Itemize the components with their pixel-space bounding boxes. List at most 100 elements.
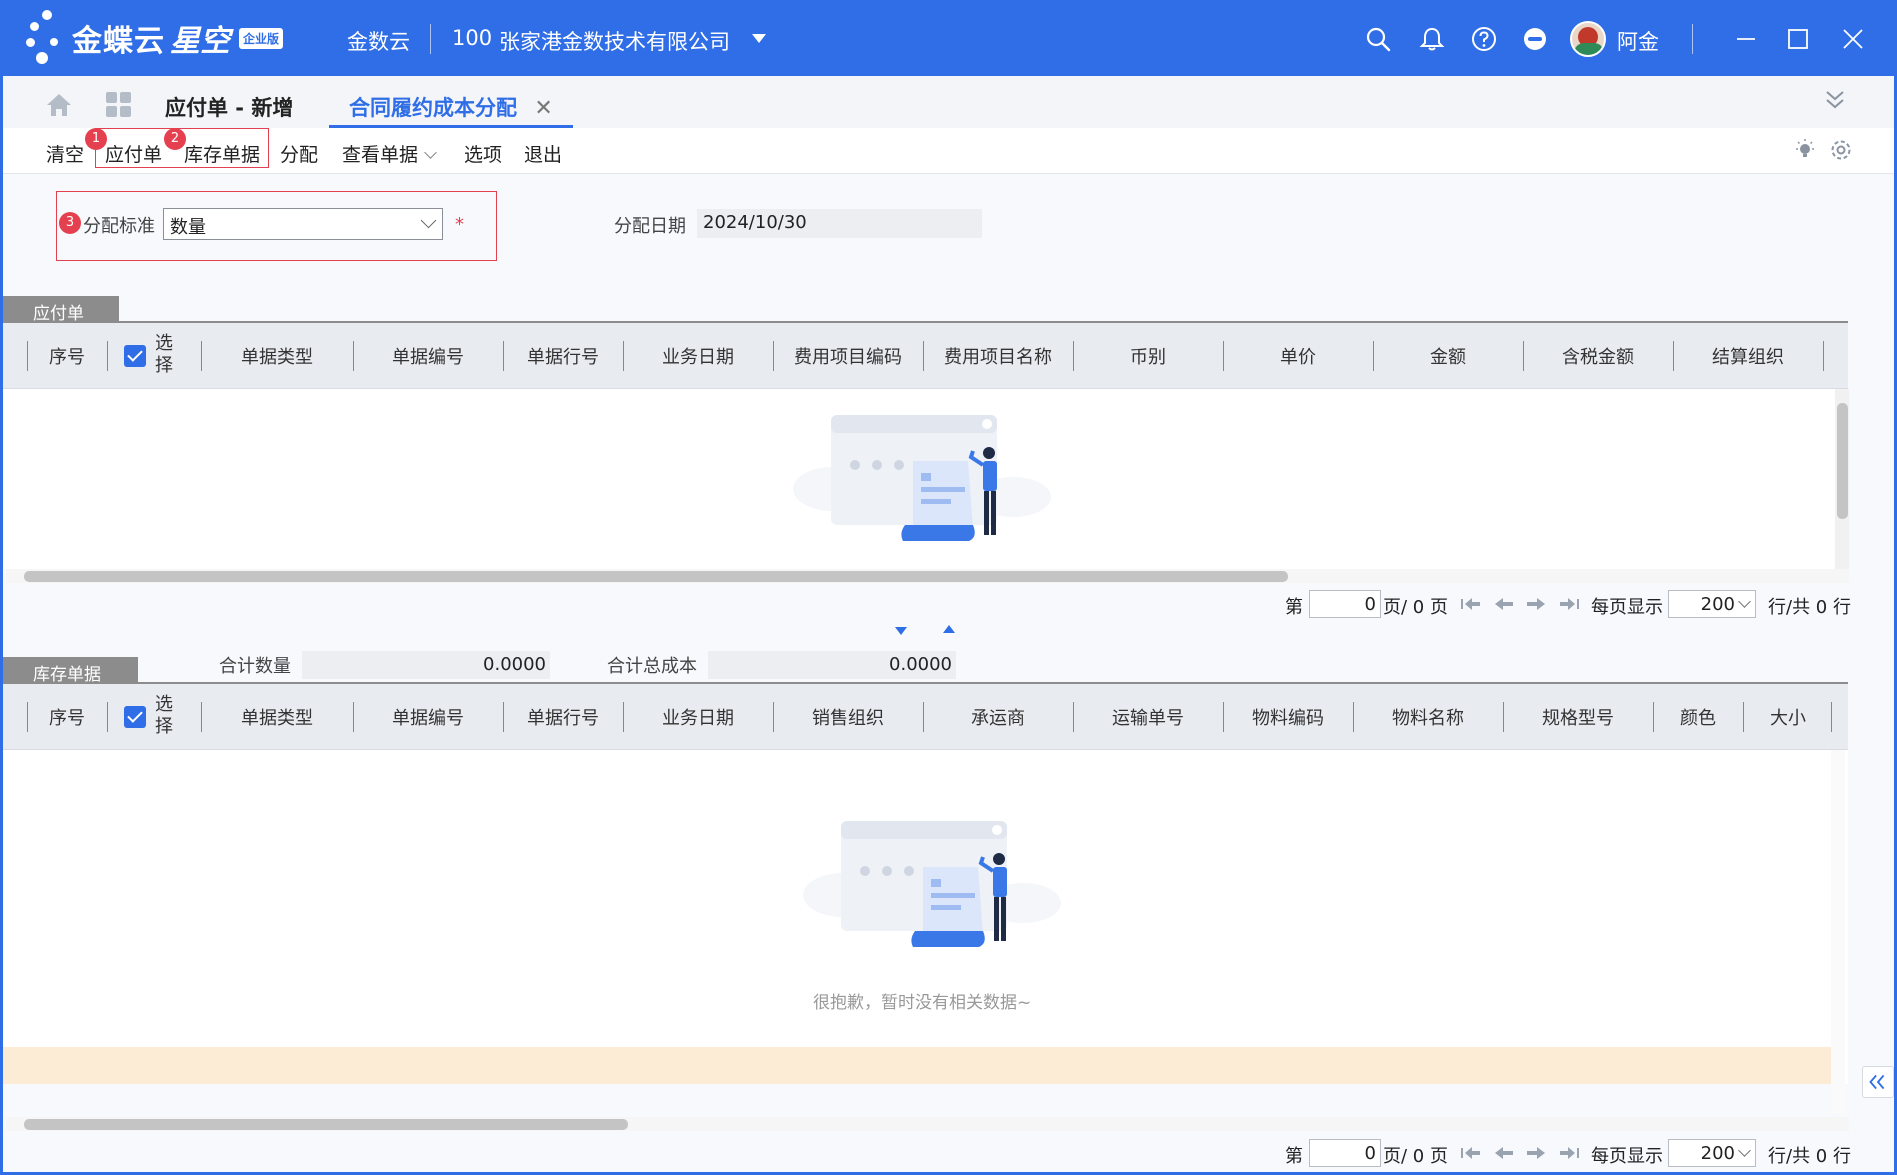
empty-illustration-icon bbox=[793, 415, 1051, 541]
inventory-doc-button[interactable]: 库存单据 bbox=[184, 140, 260, 167]
status-icon[interactable] bbox=[1522, 26, 1548, 52]
page-number-input[interactable]: 0 bbox=[1309, 590, 1381, 618]
col-header: 结算组织 bbox=[1712, 347, 1784, 368]
total-qty-label: 合计数量 bbox=[219, 656, 291, 677]
tab-cost-allocation[interactable]: 合同履约成本分配 ✕ bbox=[329, 76, 573, 128]
main-panel: 应付单 - 新增 合同履约成本分配 ✕ 清空 1 应付单 2 库存单据 分配 查… bbox=[3, 76, 1894, 1172]
pager-total-pages: 页/ 0 页 bbox=[1383, 1146, 1448, 1167]
pager-total-rows: 行/共 0 行 bbox=[1768, 597, 1851, 618]
double-chevron-down-icon[interactable] bbox=[1823, 88, 1847, 112]
alloc-date-field: 2024/10/30 bbox=[697, 209, 982, 238]
per-page-value: 200 bbox=[1700, 594, 1735, 615]
alloc-date-label: 分配日期 bbox=[614, 216, 686, 237]
col-header: 单价 bbox=[1280, 347, 1316, 368]
brand-product: 星空 bbox=[170, 24, 230, 59]
org-dropdown-icon[interactable] bbox=[752, 34, 766, 43]
first-page-icon[interactable] bbox=[1460, 596, 1482, 612]
vertical-scrollbar[interactable] bbox=[1835, 389, 1849, 569]
next-page-icon[interactable] bbox=[1525, 596, 1547, 612]
step-badge: 3 bbox=[59, 212, 81, 234]
page-number-input[interactable]: 0 bbox=[1309, 1139, 1381, 1167]
gear-icon[interactable] bbox=[1829, 138, 1853, 162]
col-header: 单据行号 bbox=[527, 347, 599, 368]
section-tab-payable: 应付单 bbox=[3, 296, 119, 324]
cloud-switcher[interactable]: 金数云 bbox=[347, 26, 410, 56]
first-page-icon[interactable] bbox=[1460, 1145, 1482, 1161]
collapse-up-icon[interactable] bbox=[943, 625, 955, 633]
prev-page-icon[interactable] bbox=[1493, 1145, 1515, 1161]
exit-button[interactable]: 退出 bbox=[524, 140, 562, 167]
chevron-down-icon bbox=[424, 146, 437, 159]
col-header: 序号 bbox=[49, 347, 85, 368]
pager-prefix: 第 bbox=[1285, 597, 1303, 618]
col-header: 单据编号 bbox=[392, 347, 464, 368]
col-header: 物料编码 bbox=[1252, 708, 1324, 729]
help-icon[interactable] bbox=[1471, 26, 1497, 52]
payable-grid-header: 序号 选择 单据类型 单据编号 单据行号 业务日期 费用项目编码 费用项目名称 … bbox=[3, 323, 1848, 389]
col-header: 单据类型 bbox=[241, 708, 313, 729]
brand-name: 金蝶云 bbox=[72, 24, 165, 59]
col-header-select: 选择 bbox=[155, 694, 173, 737]
title-bar: 金蝶云 星空 企业版 金数云 100 张家港金数技术有限公司 阿金 bbox=[0, 0, 1897, 76]
col-header: 颜色 bbox=[1680, 708, 1716, 729]
user-name[interactable]: 阿金 bbox=[1617, 26, 1659, 56]
org-code[interactable]: 100 bbox=[452, 26, 492, 50]
search-icon[interactable] bbox=[1365, 26, 1391, 52]
prev-page-icon[interactable] bbox=[1493, 596, 1515, 612]
col-header: 单据类型 bbox=[241, 347, 313, 368]
last-page-icon[interactable] bbox=[1558, 596, 1580, 612]
home-icon[interactable] bbox=[45, 92, 73, 118]
col-header: 序号 bbox=[49, 708, 85, 729]
select-all-checkbox[interactable] bbox=[124, 345, 146, 367]
col-header: 业务日期 bbox=[662, 347, 734, 368]
next-page-icon[interactable] bbox=[1525, 1145, 1547, 1161]
col-header: 业务日期 bbox=[662, 708, 734, 729]
vertical-scrollbar[interactable] bbox=[1831, 750, 1845, 1114]
org-name[interactable]: 张家港金数技术有限公司 bbox=[499, 26, 730, 56]
avatar[interactable] bbox=[1570, 21, 1606, 57]
col-header: 单据编号 bbox=[392, 708, 464, 729]
view-docs-label: 查看单据 bbox=[342, 144, 419, 166]
last-page-icon[interactable] bbox=[1558, 1145, 1580, 1161]
view-docs-button[interactable]: 查看单据 bbox=[342, 140, 437, 167]
section-tab-inventory: 库存单据 bbox=[3, 657, 138, 685]
pager-total-rows: 行/共 0 行 bbox=[1768, 1146, 1851, 1167]
step-badge: 2 bbox=[164, 128, 186, 150]
double-chevron-left-icon[interactable] bbox=[1862, 1066, 1894, 1098]
col-header: 销售组织 bbox=[812, 708, 884, 729]
select-all-checkbox[interactable] bbox=[124, 706, 146, 728]
divider bbox=[1692, 24, 1693, 54]
alloc-standard-select[interactable]: 数量 bbox=[163, 208, 443, 240]
payable-grid-body bbox=[3, 389, 1835, 569]
allocate-button[interactable]: 分配 bbox=[280, 140, 318, 167]
minimize-icon[interactable] bbox=[1733, 26, 1759, 52]
total-cost-label: 合计总成本 bbox=[607, 656, 697, 677]
clear-button[interactable]: 清空 bbox=[46, 140, 84, 167]
maximize-icon[interactable] bbox=[1785, 26, 1811, 52]
empty-message: 很抱歉，暂时没有相关数据~ bbox=[813, 993, 1032, 1013]
per-page-label: 每页显示 bbox=[1591, 597, 1663, 618]
col-header: 币别 bbox=[1130, 347, 1166, 368]
pager-total-pages: 页/ 0 页 bbox=[1383, 597, 1448, 618]
tab-payable-new[interactable]: 应付单 - 新增 bbox=[165, 92, 293, 122]
close-tab-icon[interactable]: ✕ bbox=[534, 96, 552, 121]
close-window-icon[interactable] bbox=[1840, 26, 1866, 52]
options-button[interactable]: 选项 bbox=[464, 140, 502, 167]
app-grid-icon[interactable] bbox=[106, 92, 132, 118]
lightbulb-icon[interactable] bbox=[1793, 138, 1817, 162]
col-header: 运输单号 bbox=[1112, 708, 1184, 729]
collapse-down-icon[interactable] bbox=[895, 627, 907, 635]
bell-icon[interactable] bbox=[1419, 26, 1445, 52]
col-header-select: 选择 bbox=[155, 333, 173, 376]
toolbar: 清空 1 应付单 2 库存单据 分配 查看单据 选项 退出 bbox=[3, 128, 1894, 174]
empty-illustration-icon bbox=[803, 821, 1061, 947]
horizontal-scrollbar[interactable] bbox=[6, 569, 1849, 583]
per-page-select[interactable]: 200 bbox=[1668, 1139, 1756, 1167]
horizontal-scrollbar[interactable] bbox=[6, 1117, 1849, 1131]
kingdee-logo-icon bbox=[26, 8, 74, 68]
required-mark: * bbox=[455, 214, 464, 235]
per-page-select[interactable]: 200 bbox=[1668, 590, 1756, 618]
payable-button[interactable]: 应付单 bbox=[105, 140, 162, 167]
col-header: 承运商 bbox=[971, 708, 1025, 729]
col-header: 含税金额 bbox=[1562, 347, 1634, 368]
